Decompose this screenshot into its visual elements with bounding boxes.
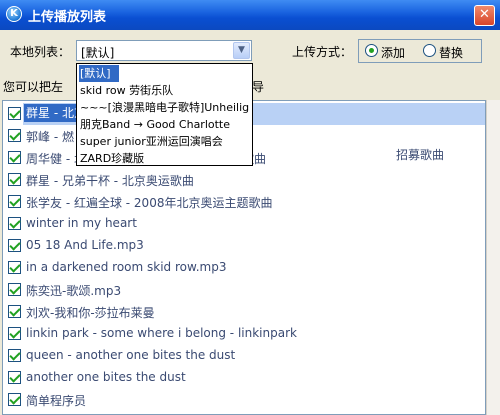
- mode-replace-radio[interactable]: [423, 44, 436, 57]
- local-list-label: 本地列表：: [10, 45, 71, 59]
- song-title: 郭峰 - 燃: [26, 130, 74, 144]
- song-checkbox[interactable]: [8, 327, 21, 340]
- song-title: queen - another one bites the dust: [26, 348, 236, 362]
- song-title: 张学友 - 红遍全球 - 2008年北京奥运主题歌曲: [26, 196, 273, 210]
- dropdown-option[interactable]: ~~~[浪漫黑暗电子歌特]Unheilig: [79, 99, 252, 116]
- song-checkbox[interactable]: [8, 195, 21, 208]
- upload-playlist-dialog: K 上传播放列表 ✕ 本地列表： [默认] ▼ 上传方式： 添加 替换 您可以把…: [0, 0, 500, 415]
- mode-replace-label[interactable]: 替换: [439, 44, 463, 61]
- song-checkbox[interactable]: [8, 129, 21, 142]
- song-title: 05 18 And Life.mp3: [26, 238, 144, 252]
- song-checkbox[interactable]: [8, 371, 21, 384]
- song-title: in a darkened room skid row.mp3: [26, 260, 227, 274]
- song-title: another one bites the dust: [26, 370, 186, 384]
- dropdown-option[interactable]: ZARD珍藏版: [79, 150, 252, 165]
- song-title: 陈奕迅-歌颂.mp3: [26, 284, 122, 298]
- app-icon: K: [6, 6, 22, 22]
- list-item[interactable]: linkin park - some where i belong - link…: [5, 323, 485, 345]
- list-item[interactable]: 陈奕迅-歌颂.mp3: [5, 279, 485, 301]
- song-checkbox[interactable]: [8, 393, 21, 406]
- list-item[interactable]: winter in my heart: [5, 213, 485, 235]
- list-item[interactable]: queen - another one bites the dust: [5, 345, 485, 367]
- dropdown-option[interactable]: skid row 劳街乐队: [79, 82, 252, 99]
- dropdown-option[interactable]: super junior亚洲运回演唱会: [79, 133, 252, 150]
- list-item[interactable]: 05 18 And Life.mp3: [5, 235, 485, 257]
- song-checkbox[interactable]: [8, 349, 21, 362]
- list-item[interactable]: 群星 - 兄弟干杯 - 北京奥运歌曲: [5, 169, 485, 191]
- upload-mode-group: 添加 替换: [358, 39, 482, 63]
- row-text-tail: 招募歌曲: [396, 148, 445, 162]
- window-title: 上传播放列表: [28, 10, 107, 25]
- close-button[interactable]: ✕: [474, 5, 495, 26]
- song-checkbox[interactable]: [8, 107, 21, 120]
- song-checkbox[interactable]: [8, 151, 21, 164]
- song-checkbox[interactable]: [8, 173, 21, 186]
- upload-mode-label: 上传方式：: [292, 45, 353, 59]
- list-item[interactable]: 刘欢-我和你-莎拉布莱曼: [5, 301, 485, 323]
- song-checkbox[interactable]: [8, 261, 21, 274]
- song-title: 刘欢-我和你-莎拉布莱曼: [26, 306, 155, 320]
- list-scrollbar[interactable]: [486, 100, 500, 415]
- list-item[interactable]: in a darkened room skid row.mp3: [5, 257, 485, 279]
- local-list-combobox[interactable]: [默认] ▼: [76, 40, 252, 61]
- hint-text: 您可以把左: [3, 80, 64, 94]
- mode-add-label[interactable]: 添加: [381, 44, 405, 61]
- dropdown-option[interactable]: [默认]: [79, 65, 119, 82]
- dropdown-option[interactable]: 朋克Band → Good Charlotte: [79, 116, 252, 133]
- song-checkbox[interactable]: [8, 239, 21, 252]
- local-list-value: [默认]: [81, 46, 115, 60]
- song-checkbox[interactable]: [8, 217, 21, 230]
- chevron-down-icon[interactable]: ▼: [233, 42, 250, 59]
- list-item[interactable]: 张学友 - 红遍全球 - 2008年北京奥运主题歌曲: [5, 191, 485, 213]
- song-title: linkin park - some where i belong - link…: [26, 326, 297, 340]
- song-title: 简单程序员: [26, 394, 87, 408]
- local-list-dropdown[interactable]: [默认] skid row 劳街乐队 ~~~[浪漫黑暗电子歌特]Unheilig 朋克…: [76, 63, 253, 166]
- mode-add-radio[interactable]: [365, 44, 378, 57]
- list-item[interactable]: 简单程序员: [5, 389, 485, 411]
- song-checkbox[interactable]: [8, 283, 21, 296]
- song-title: winter in my heart: [26, 216, 137, 230]
- title-bar[interactable]: K 上传播放列表 ✕: [0, 0, 500, 30]
- hint-text-tail: 导: [252, 80, 265, 94]
- list-item[interactable]: another one bites the dust: [5, 367, 485, 389]
- song-title: 群星 - 兄弟干杯 - 北京奥运歌曲: [26, 174, 194, 188]
- song-checkbox[interactable]: [8, 305, 21, 318]
